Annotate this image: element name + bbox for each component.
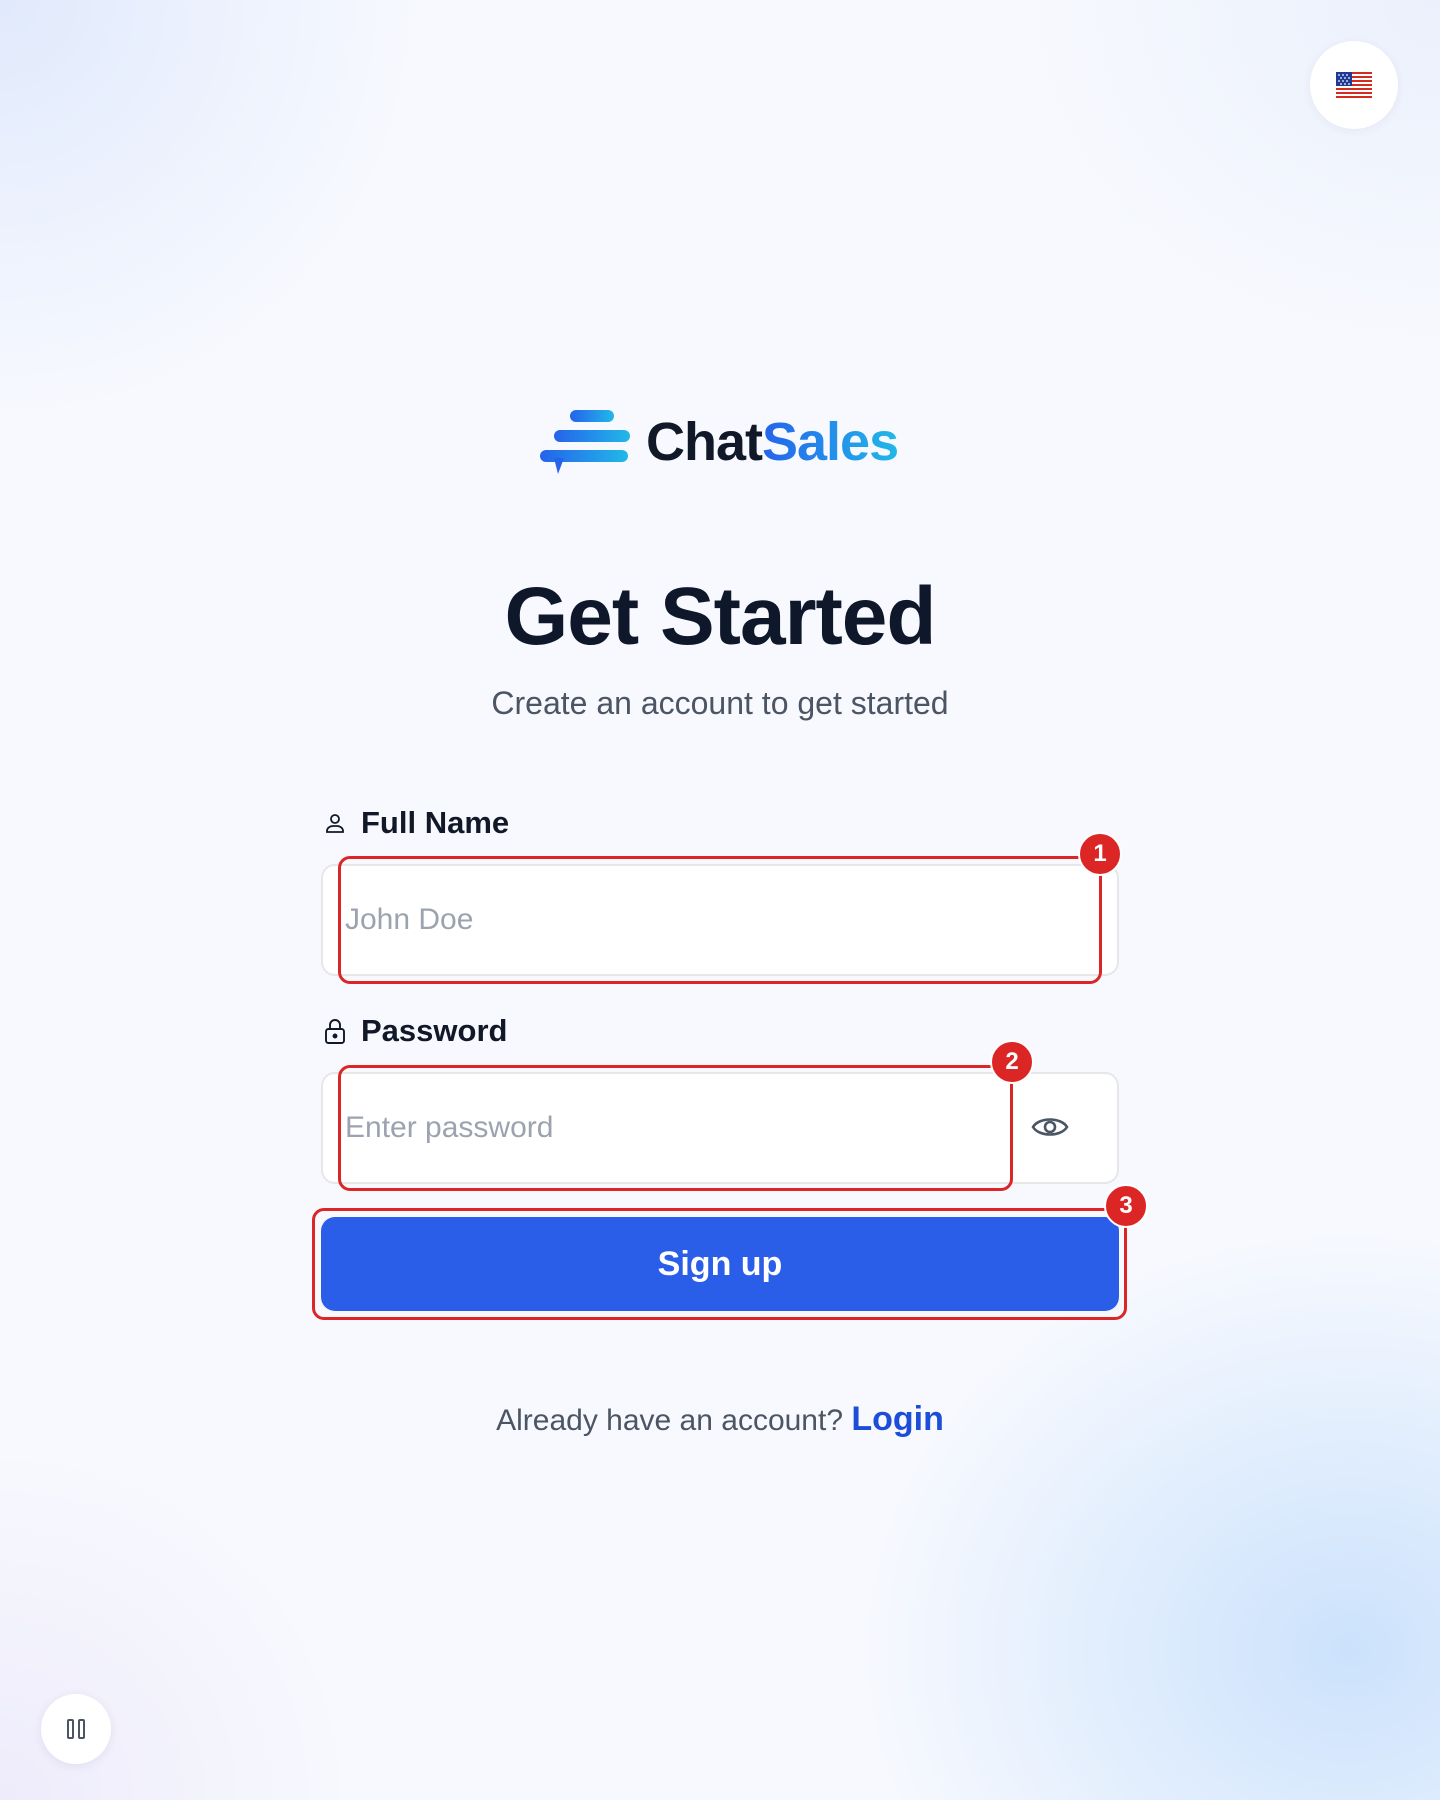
annotation-badge: 3 (1104, 1184, 1148, 1228)
brand-name-part1: Chat (646, 412, 763, 472)
login-link[interactable]: Login (851, 1400, 944, 1438)
password-label-text: Password (361, 1013, 508, 1048)
eye-icon (1031, 1118, 1069, 1136)
login-prompt-text: Already have an account? (496, 1404, 844, 1437)
annotation-badge: 1 (1078, 832, 1122, 876)
brand-logo: ChatSales (540, 408, 899, 476)
login-prompt: Already have an account? Login (0, 1400, 1440, 1439)
pause-button[interactable] (41, 1694, 111, 1764)
full-name-input[interactable] (345, 864, 1095, 976)
page-subtitle: Create an account to get started (491, 685, 949, 721)
brand-name-part2: Sales (762, 412, 899, 472)
language-selector-button[interactable] (1310, 41, 1398, 129)
sign-up-button[interactable]: Sign up (321, 1217, 1119, 1311)
brand-name: ChatSales (646, 412, 899, 472)
lock-icon (325, 1019, 345, 1044)
full-name-label: Full Name (323, 805, 509, 841)
us-flag-icon (1336, 72, 1372, 98)
page-title: Get Started (504, 571, 937, 662)
toggle-password-visibility-button[interactable] (1025, 1102, 1075, 1152)
full-name-label-text: Full Name (361, 805, 510, 840)
pause-icon (67, 1719, 85, 1739)
annotation-badge: 2 (990, 1040, 1034, 1084)
password-input[interactable] (345, 1072, 985, 1184)
chat-stack-logo-icon (540, 410, 630, 474)
user-icon (326, 814, 344, 833)
password-label: Password (323, 1013, 507, 1049)
